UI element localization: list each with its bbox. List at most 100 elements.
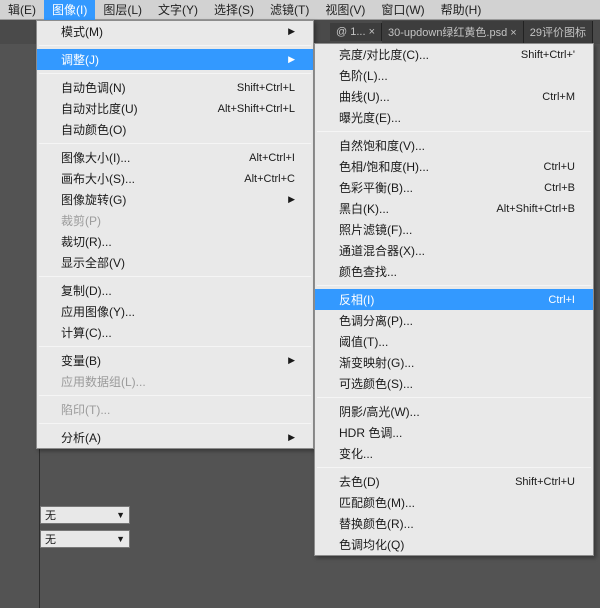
submenu-arrow-icon: ▶ (288, 194, 295, 205)
submenu-arrow-icon: ▶ (288, 432, 295, 443)
menu-item-shortcut: Alt+Shift+Ctrl+B (496, 203, 575, 215)
menu-separator (39, 395, 311, 396)
menu-separator (39, 45, 311, 46)
menu-item[interactable]: 图像大小(I)...Alt+Ctrl+I (37, 147, 313, 168)
menu-item[interactable]: 变量(B)▶ (37, 350, 313, 371)
menu-item-label: 阈值(T)... (339, 333, 388, 350)
menubar-item[interactable]: 滤镜(T) (262, 0, 317, 20)
menu-item[interactable]: 自动色调(N)Shift+Ctrl+L (37, 77, 313, 98)
document-tab[interactable]: 30-updown绿红黄色.psd × (382, 21, 524, 43)
menu-item-label: 分析(A) (61, 429, 101, 446)
menu-item: 应用数据组(L)... (37, 371, 313, 392)
menu-item-shortcut: Ctrl+U (544, 161, 575, 173)
menu-item-label: 黑白(K)... (339, 200, 389, 217)
menu-item-label: 应用数据组(L)... (61, 373, 146, 390)
menubar-item[interactable]: 视图(V) (317, 0, 373, 20)
menu-separator (39, 276, 311, 277)
menu-item[interactable]: 画布大小(S)... Alt+Ctrl+C (37, 168, 313, 189)
menu-item[interactable]: 反相(I)Ctrl+I (315, 289, 593, 310)
menu-item[interactable]: 曲线(U)...Ctrl+M (315, 86, 593, 107)
menu-item-label: 调整(J) (61, 51, 99, 68)
menu-item[interactable]: 渐变映射(G)... (315, 352, 593, 373)
select-2[interactable]: 无 ▼ (40, 530, 130, 548)
menu-item-shortcut: Ctrl+B (544, 182, 575, 194)
menu-item[interactable]: 自然饱和度(V)... (315, 135, 593, 156)
menu-item[interactable]: 色彩平衡(B)... Ctrl+B (315, 177, 593, 198)
menu-item[interactable]: 可选颜色(S)... (315, 373, 593, 394)
menubar-item[interactable]: 帮助(H) (433, 0, 490, 20)
menu-item-shortcut: Shift+Ctrl+U (515, 476, 575, 488)
menu-item[interactable]: 颜色查找... (315, 261, 593, 282)
menu-item: 裁剪(P) (37, 210, 313, 231)
menu-item[interactable]: 阴影/高光(W)... (315, 401, 593, 422)
menu-item-shortcut: Shift+Ctrl+' (521, 49, 575, 61)
menu-item[interactable]: 显示全部(V) (37, 252, 313, 273)
menu-item[interactable]: 去色(D)Shift+Ctrl+U (315, 471, 593, 492)
menu-item-label: 替换颜色(R)... (339, 515, 414, 532)
menu-item-shortcut: Ctrl+I (548, 294, 575, 306)
menu-item[interactable]: 匹配颜色(M)... (315, 492, 593, 513)
menu-item[interactable]: 色调均化(Q) (315, 534, 593, 555)
menu-item-label: 模式(M) (61, 23, 103, 40)
menu-item-label: 计算(C)... (61, 324, 112, 341)
menu-item-label: 可选颜色(S)... (339, 375, 413, 392)
menu-item[interactable]: 替换颜色(R)... (315, 513, 593, 534)
menubar-item[interactable]: 辑(E) (0, 0, 44, 20)
menu-separator (39, 73, 311, 74)
menu-item[interactable]: 阈值(T)... (315, 331, 593, 352)
menu-item-label: 通道混合器(X)... (339, 242, 425, 259)
menu-item[interactable]: 色阶(L)... (315, 65, 593, 86)
menu-item[interactable]: 色调分离(P)... (315, 310, 593, 331)
menu-item-label: 自动对比度(U) (61, 100, 138, 117)
menu-item-label: 画布大小(S)... (61, 170, 135, 187)
menubar-item[interactable]: 图层(L) (95, 0, 150, 20)
menu-item-label: 自动颜色(O) (61, 121, 126, 138)
menu-item-shortcut: Ctrl+M (542, 91, 575, 103)
menu-item[interactable]: 曝光度(E)... (315, 107, 593, 128)
submenu-arrow-icon: ▶ (288, 54, 295, 65)
menu-item[interactable]: 自动对比度(U)Alt+Shift+Ctrl+L (37, 98, 313, 119)
menu-item-shortcut: Alt+Ctrl+I (249, 152, 295, 164)
menu-item[interactable]: HDR 色调... (315, 422, 593, 443)
menu-item-label: 照片滤镜(F)... (339, 221, 412, 238)
submenu-arrow-icon: ▶ (288, 26, 295, 37)
menu-item-label: 匹配颜色(M)... (339, 494, 415, 511)
menu-item[interactable]: 分析(A) ▶ (37, 427, 313, 448)
menu-item: 陷印(T)... (37, 399, 313, 420)
menu-item[interactable]: 黑白(K)... Alt+Shift+Ctrl+B (315, 198, 593, 219)
menu-item[interactable]: 应用图像(Y)... (37, 301, 313, 322)
menu-separator (39, 143, 311, 144)
menu-item-label: 裁切(R)... (61, 233, 112, 250)
menu-item[interactable]: 变化... (315, 443, 593, 464)
select-1[interactable]: 无 ▼ (40, 506, 130, 524)
menu-item[interactable]: 通道混合器(X)... (315, 240, 593, 261)
menu-item-label: 色彩平衡(B)... (339, 179, 413, 196)
menu-item[interactable]: 照片滤镜(F)... (315, 219, 593, 240)
menu-item[interactable]: 调整(J) ▶ (37, 49, 313, 70)
select-2-value: 无 (45, 531, 56, 547)
menu-item[interactable]: 自动颜色(O) (37, 119, 313, 140)
menu-item-label: 色阶(L)... (339, 67, 388, 84)
menu-item-label: 颜色查找... (339, 263, 397, 280)
document-tab[interactable]: @ 1... × (330, 23, 382, 41)
menu-item[interactable]: 模式(M) ▶ (37, 21, 313, 42)
menu-item[interactable]: 亮度/对比度(C)...Shift+Ctrl+' (315, 44, 593, 65)
menu-separator (39, 423, 311, 424)
menubar-item[interactable]: 图像(I) (44, 0, 95, 20)
menu-item[interactable]: 计算(C)... (37, 322, 313, 343)
menu-item[interactable]: 复制(D)... (37, 280, 313, 301)
adjustments-submenu: 亮度/对比度(C)...Shift+Ctrl+' 色阶(L)... 曲线(U)...… (314, 43, 594, 556)
menu-item[interactable]: 色相/饱和度(H)...Ctrl+U (315, 156, 593, 177)
menu-item-label: 自动色调(N) (61, 79, 126, 96)
menubar-item[interactable]: 选择(S) (206, 0, 262, 20)
menu-item-shortcut: Alt+Ctrl+C (244, 173, 295, 185)
document-tab[interactable]: 29评价图标 (524, 21, 593, 43)
menubar-item[interactable]: 文字(Y) (150, 0, 206, 20)
chevron-down-icon: ▼ (116, 510, 125, 520)
menu-item[interactable]: 裁切(R)... (37, 231, 313, 252)
menubar-item[interactable]: 窗口(W) (373, 0, 432, 20)
menu-item[interactable]: 图像旋转(G)▶ (37, 189, 313, 210)
menu-item-label: 显示全部(V) (61, 254, 125, 271)
menu-item-label: 色调均化(Q) (339, 536, 404, 553)
menu-separator (317, 467, 591, 468)
